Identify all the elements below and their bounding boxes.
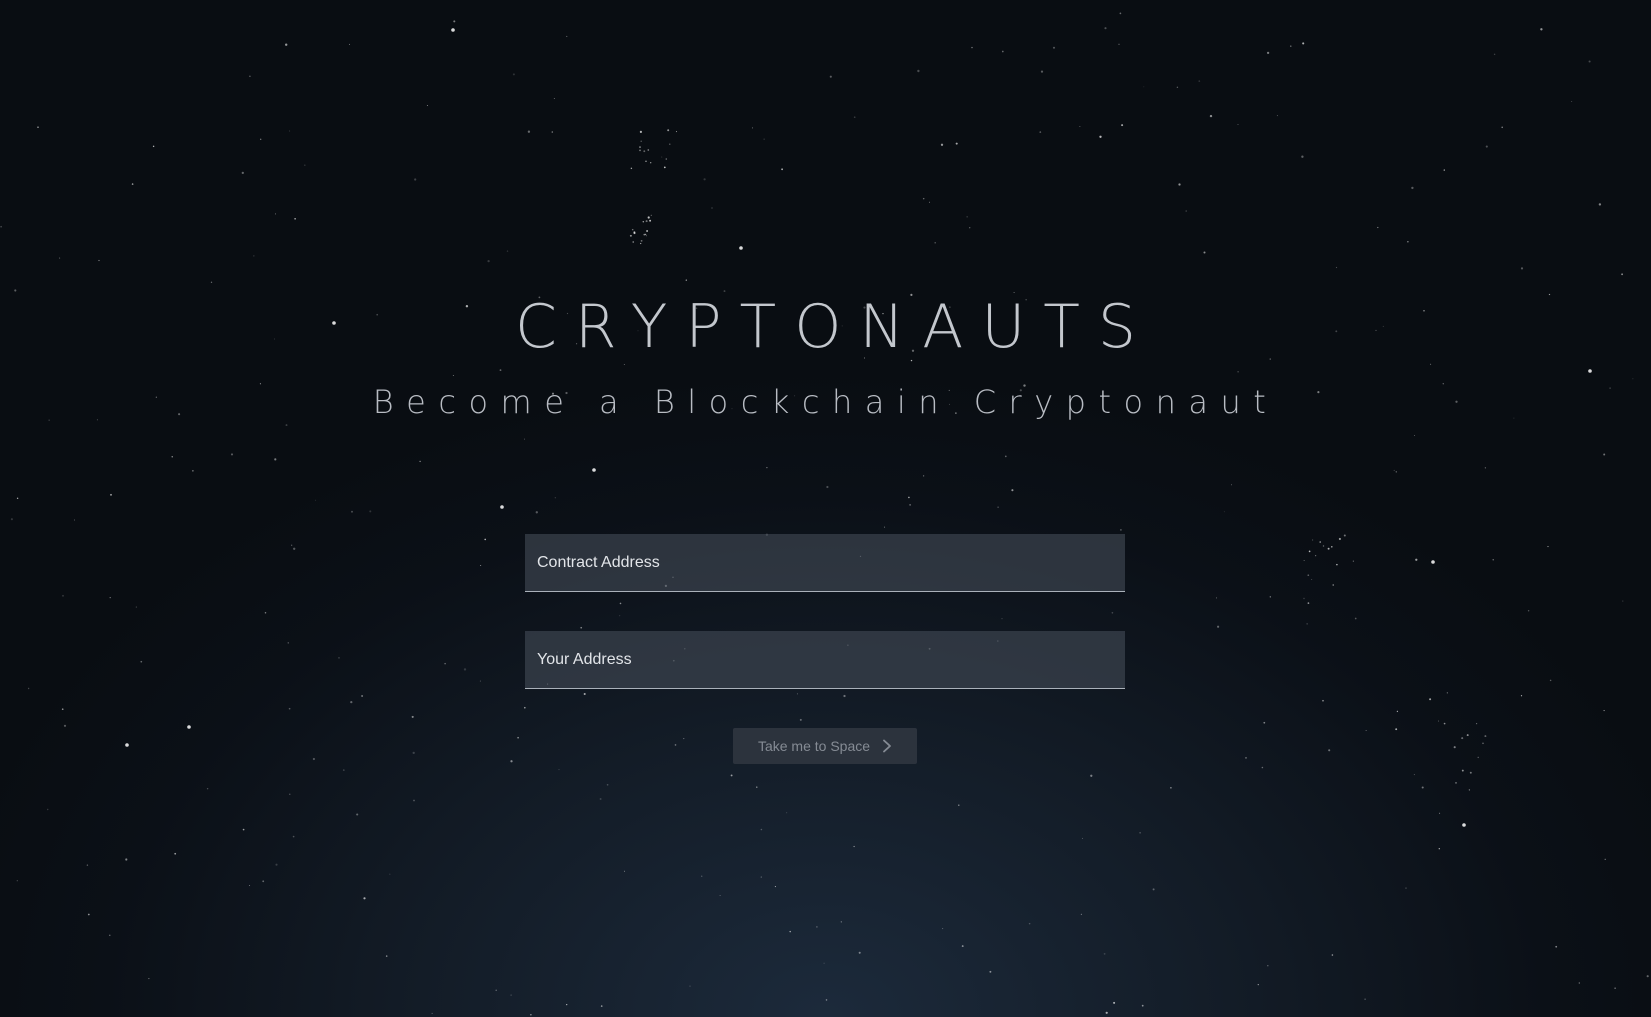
page-title: CRYPTONAUTS (514, 292, 1155, 362)
chevron-right-icon (883, 739, 891, 753)
contract-address-input[interactable] (525, 534, 1125, 592)
page-tagline: Become a Blockchain Cryptonaut (372, 383, 1279, 421)
take-me-to-space-button[interactable]: Take me to Space (733, 728, 917, 764)
your-address-input[interactable] (525, 631, 1125, 689)
submit-button-label: Take me to Space (757, 738, 871, 754)
hero-section: CRYPTONAUTS Become a Blockchain Cryptona… (0, 0, 1651, 1017)
